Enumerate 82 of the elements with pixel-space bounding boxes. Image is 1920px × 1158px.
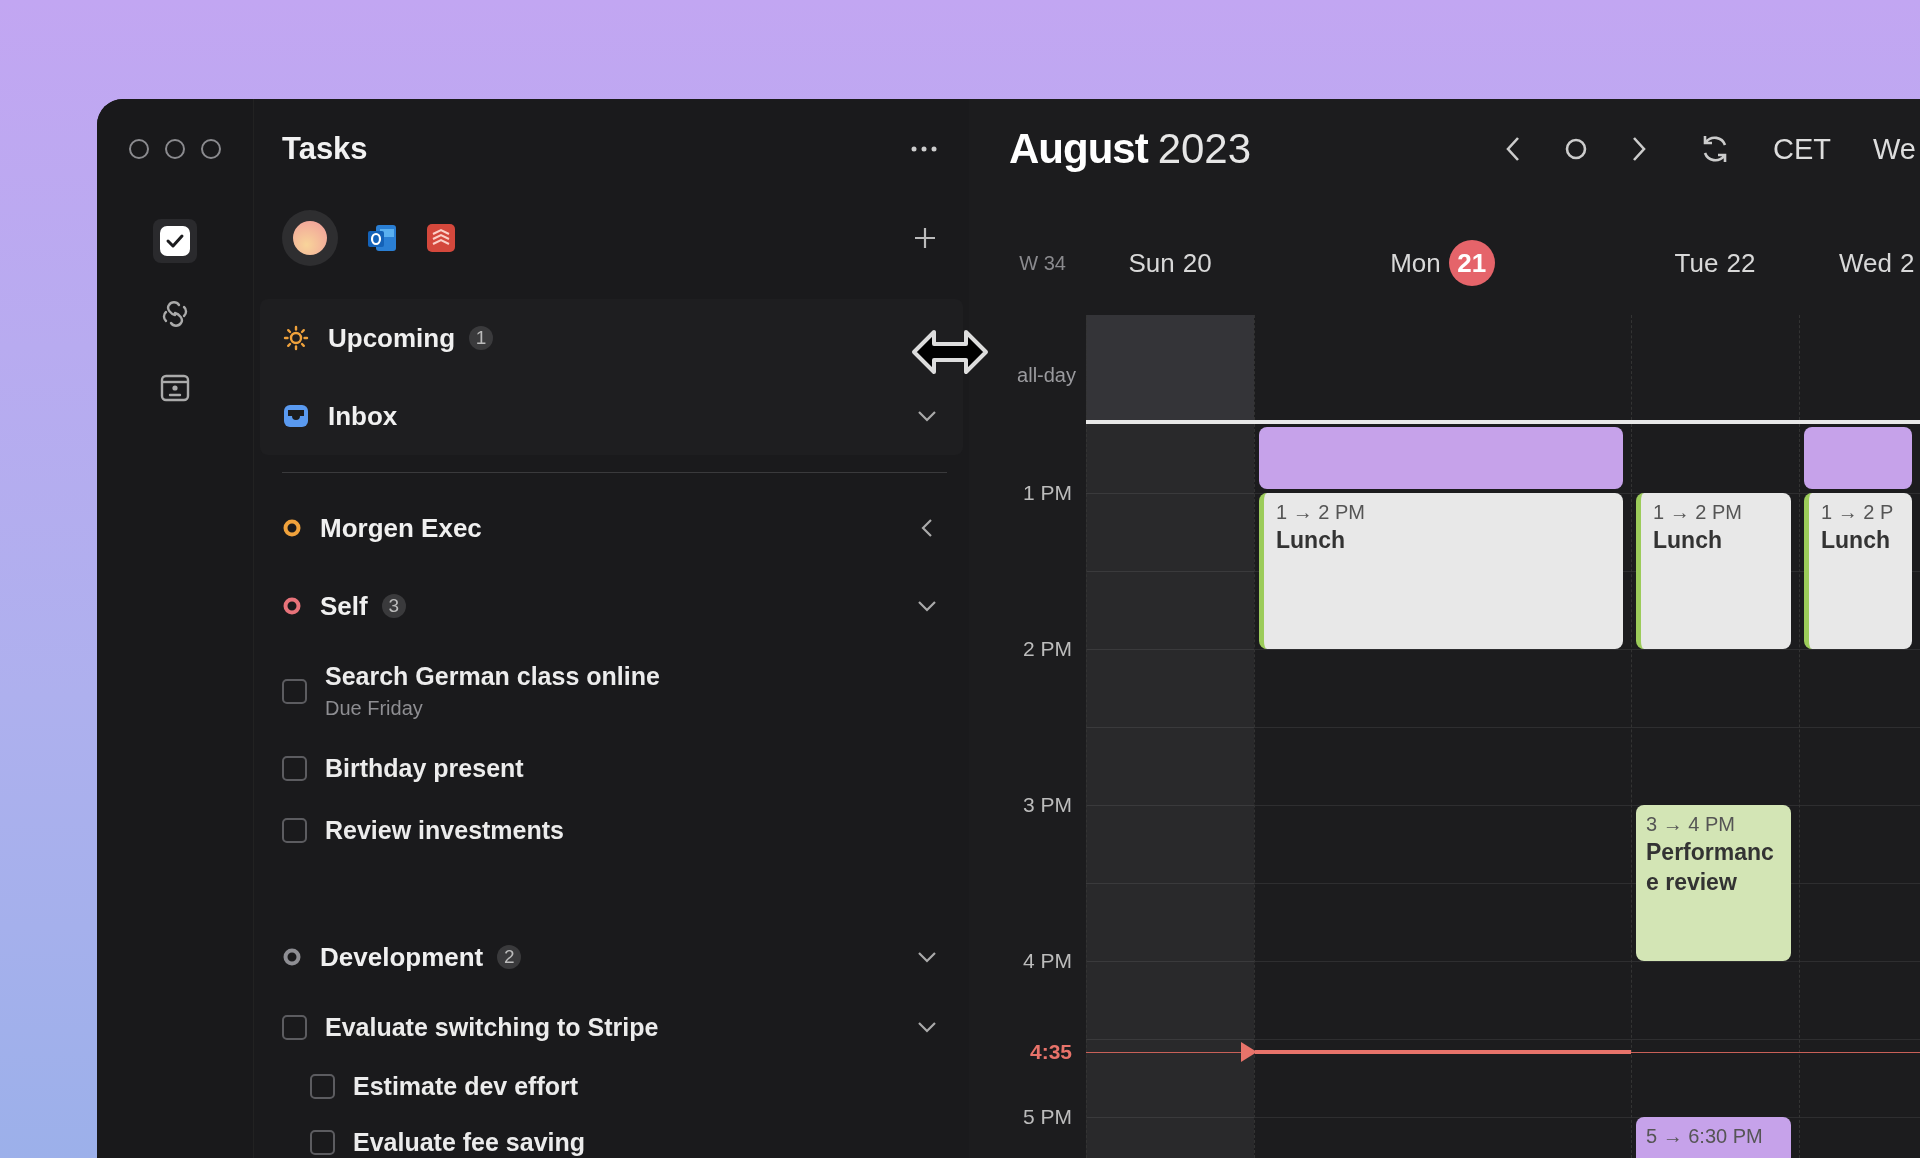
event-time: 5 → 6:30 PM [1646,1125,1764,1148]
window-control-icon[interactable] [165,139,185,159]
day-number: 20 [1182,247,1212,279]
mail-app-icon[interactable] [366,223,398,253]
project-item[interactable]: Development 2 [282,918,947,996]
week-number: W 34 [1018,251,1067,275]
calendar-event[interactable]: 1 → 2 PM Lunch [1636,493,1791,649]
layers-app-icon[interactable] [426,223,456,253]
chevron-icon[interactable] [917,600,937,612]
year-title: 2023 [1157,125,1252,173]
day-number: 22 [1726,247,1756,279]
window-control-icon[interactable] [129,139,149,159]
add-icon[interactable] [913,226,937,250]
day-name: Wed [1839,247,1892,279]
hour-label: 5 PM [1023,1105,1072,1129]
avatar[interactable] [282,210,338,266]
project-item[interactable]: Morgen Exec [282,489,947,567]
day-name: Tue [1674,247,1719,279]
calendar-event[interactable]: 5 → 6:30 PM [1636,1117,1791,1158]
hour-label: 4 PM [1023,949,1072,973]
list-label: Inbox [328,400,398,432]
task-title: Evaluate switching to Stripe [325,1012,659,1042]
event-time: 1 → 2 PM [1653,501,1743,524]
count-badge: 3 [381,594,406,618]
project-label: Self [320,590,368,622]
task-checkbox[interactable] [282,817,307,843]
task-checkbox[interactable] [282,678,307,704]
chevron-icon[interactable] [917,951,937,963]
event-title: Performance review [1646,838,1775,897]
month-title: August [1009,125,1148,173]
project-label: Morgen Exec [320,512,482,544]
task-title: Evaluate fee saving [353,1127,586,1157]
list-item[interactable]: Upcoming 1 [282,299,947,377]
event-title: Lunch [1276,526,1346,555]
all-day-label: all-day [1016,362,1077,387]
all-day-cell[interactable] [1086,315,1254,420]
next-icon[interactable] [1631,136,1647,162]
task-title: Estimate dev effort [353,1071,579,1101]
chevron-icon[interactable] [917,1021,937,1033]
task-title: Review investments [325,815,564,845]
task-checkbox[interactable] [310,1129,335,1155]
task-checkbox[interactable] [282,755,307,781]
sun-icon [282,324,310,352]
more-icon[interactable] [911,146,937,152]
timezone-button[interactable]: CET [1773,132,1831,166]
panel-title: Tasks [282,131,368,167]
previous-icon[interactable] [1505,136,1521,162]
event-title: Lunch [1653,526,1723,555]
count-badge: 2 [497,945,522,969]
count-badge: 1 [469,326,494,350]
event-time: 1 → 2 P [1821,501,1895,524]
current-time-label: 4:35 [1029,1040,1072,1064]
hour-label: 2 PM [1023,637,1072,661]
task-checkbox[interactable] [310,1073,335,1099]
task-title: Birthday present [325,753,524,783]
day-name: Sun [1128,247,1175,279]
task-checkbox[interactable] [282,1014,307,1040]
today-icon[interactable] [1563,136,1589,162]
calendar-event[interactable]: 1 → 2 P Lunch [1804,493,1912,649]
task-title: Search German class online [325,662,660,691]
project-item[interactable]: Self 3 [282,567,947,645]
hour-label: 3 PM [1023,793,1072,817]
day-number: 2 [1900,247,1915,279]
list-label: Upcoming [328,322,456,354]
project-label: Development [320,941,484,973]
calendar-event[interactable]: 3 → 4 PM Performance review [1636,805,1791,961]
event-time: 1 → 2 PM [1276,501,1366,524]
event-title: Lunch [1821,526,1891,555]
window-control-icon[interactable] [201,139,221,159]
event-time: 3 → 4 PM [1646,813,1736,836]
calendar-event[interactable]: 1 → 2 PM Lunch [1259,493,1623,649]
chevron-icon[interactable] [917,410,937,422]
list-item[interactable]: Inbox [282,377,947,455]
rail-item[interactable] [153,219,197,263]
chevron-icon[interactable] [921,518,933,538]
day-name: Mon [1390,247,1441,279]
today-badge: 21 [1448,240,1495,286]
inbox-icon [282,402,310,430]
checkbox-icon [160,226,190,256]
due-date: Due Friday [325,697,424,720]
view-button[interactable]: We [1873,132,1916,166]
hour-label: 1 PM [1023,481,1072,505]
